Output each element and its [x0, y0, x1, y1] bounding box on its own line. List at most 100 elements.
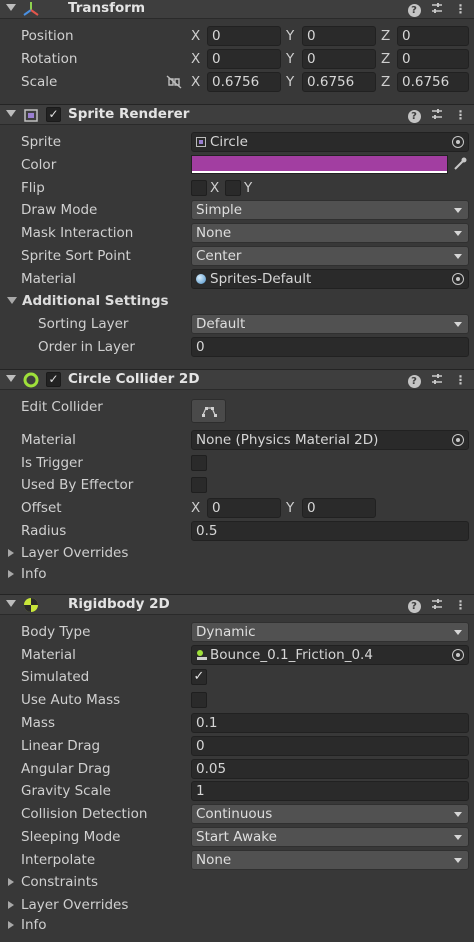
simulated-checkbox[interactable]: ✓	[191, 669, 207, 685]
flip-y-checkbox[interactable]	[225, 180, 241, 196]
circle-collider-header[interactable]: ✓ Circle Collider 2D ? ⋮	[0, 369, 474, 390]
draw-mode-dropdown[interactable]: Simple	[191, 200, 469, 220]
component-title: Transform	[68, 0, 146, 16]
order-in-layer-label: Order in Layer	[38, 339, 135, 355]
scale-z-field[interactable]: 0.6756	[397, 72, 469, 92]
position-y-field[interactable]: 0	[302, 26, 376, 46]
presets-icon[interactable]	[429, 107, 445, 123]
collider-material-label: Material	[21, 432, 76, 448]
angular-drag-field[interactable]: 0.05	[191, 759, 469, 779]
sleeping-mode-dropdown[interactable]: Start Awake	[191, 827, 469, 847]
radius-field[interactable]: 0.5	[191, 521, 469, 541]
sprite-object-field[interactable]: Circle	[191, 132, 469, 152]
presets-icon[interactable]	[429, 372, 445, 388]
eyedropper-icon[interactable]	[452, 156, 468, 172]
scale-y-field[interactable]: 0.6756	[302, 72, 376, 92]
more-options-icon[interactable]: ⋮	[452, 107, 468, 123]
fold-arrow-icon[interactable]	[8, 549, 14, 557]
rb-layer-overrides-foldout[interactable]: Layer Overrides	[21, 897, 128, 913]
object-picker-icon[interactable]	[452, 434, 464, 446]
fold-arrow-icon[interactable]	[6, 110, 16, 117]
fold-arrow-icon[interactable]	[8, 921, 14, 929]
axis-z-label: Z	[381, 28, 391, 44]
transform-header[interactable]: Transform ? ⋮	[0, 0, 474, 19]
object-picker-icon[interactable]	[452, 273, 464, 285]
object-picker-icon[interactable]	[452, 649, 464, 661]
axis-z-label: Z	[381, 51, 391, 67]
chevron-down-icon	[454, 208, 462, 213]
fold-arrow-icon[interactable]	[6, 600, 16, 607]
color-swatch[interactable]	[191, 155, 448, 174]
presets-icon[interactable]	[429, 1, 445, 17]
help-icon[interactable]: ?	[406, 372, 422, 388]
help-icon[interactable]: ?	[406, 1, 422, 17]
axis-x-label: X	[191, 74, 201, 90]
is-trigger-checkbox[interactable]	[191, 455, 207, 471]
linear-drag-label: Linear Drag	[21, 738, 101, 754]
use-auto-mass-checkbox[interactable]	[191, 692, 207, 708]
used-by-effector-checkbox[interactable]	[191, 477, 207, 493]
component-title: Circle Collider 2D	[68, 371, 200, 387]
sprite-renderer-header[interactable]: ✓ Sprite Renderer ? ⋮	[0, 104, 474, 125]
collider-info-foldout[interactable]: Info	[21, 566, 47, 582]
sorting-layer-dropdown[interactable]: Default	[191, 314, 469, 334]
fold-arrow-icon[interactable]	[8, 878, 14, 886]
rb-info-foldout[interactable]: Info	[21, 917, 47, 933]
collider-material-field[interactable]: None (Physics Material 2D)	[191, 430, 469, 450]
fold-arrow-icon[interactable]	[8, 570, 14, 578]
additional-settings-foldout[interactable]: Additional Settings	[22, 293, 169, 309]
help-icon[interactable]: ?	[406, 107, 422, 123]
rigidbody-header[interactable]: Rigidbody 2D ? ⋮	[0, 594, 474, 615]
fold-arrow-icon[interactable]	[7, 297, 17, 304]
is-trigger-label: Is Trigger	[21, 455, 83, 471]
mask-interaction-label: Mask Interaction	[21, 225, 134, 241]
circle-collider-icon	[23, 372, 39, 388]
linear-drag-field[interactable]: 0	[191, 736, 469, 756]
fold-arrow-icon[interactable]	[6, 375, 16, 382]
collision-detection-dropdown[interactable]: Continuous	[191, 804, 469, 824]
help-icon[interactable]: ?	[406, 597, 422, 613]
simulated-label: Simulated	[21, 669, 90, 685]
axis-y-label: Y	[286, 74, 295, 90]
more-options-icon[interactable]: ⋮	[452, 1, 468, 17]
position-x-field[interactable]: 0	[207, 26, 281, 46]
collider-layer-overrides-foldout[interactable]: Layer Overrides	[21, 545, 128, 561]
rb-material-label: Material	[21, 647, 76, 663]
body-type-value: Dynamic	[196, 624, 256, 640]
body-type-dropdown[interactable]: Dynamic	[191, 622, 469, 642]
axis-x-label: X	[191, 28, 201, 44]
axis-x-label: X	[191, 51, 201, 67]
constrain-proportions-icon[interactable]	[166, 75, 182, 89]
order-in-layer-field[interactable]: 0	[191, 337, 469, 357]
rotation-y-field[interactable]: 0	[302, 49, 376, 69]
presets-icon[interactable]	[429, 597, 445, 613]
constraints-foldout[interactable]: Constraints	[21, 874, 98, 890]
axis-z-label: Z	[381, 74, 391, 90]
rotation-z-field[interactable]: 0	[397, 49, 469, 69]
fold-arrow-icon[interactable]	[8, 901, 14, 909]
more-options-icon[interactable]: ⋮	[452, 597, 468, 613]
offset-y-field[interactable]: 0	[302, 498, 376, 518]
offset-x-field[interactable]: 0	[207, 498, 281, 518]
mask-interaction-dropdown[interactable]: None	[191, 223, 469, 243]
flip-x-checkbox[interactable]	[191, 180, 207, 196]
interpolate-dropdown[interactable]: None	[191, 850, 469, 870]
body-type-label: Body Type	[21, 624, 91, 640]
scale-x-field[interactable]: 0.6756	[207, 72, 281, 92]
enabled-checkbox[interactable]: ✓	[46, 107, 61, 122]
rb-material-field[interactable]: Bounce_0.1_Friction_0.4	[191, 645, 469, 665]
rotation-x-field[interactable]: 0	[207, 49, 281, 69]
enabled-checkbox[interactable]: ✓	[46, 372, 61, 387]
gravity-scale-field[interactable]: 1	[191, 781, 469, 801]
edit-collider-button[interactable]	[191, 399, 226, 423]
more-options-icon[interactable]: ⋮	[452, 372, 468, 388]
object-picker-icon[interactable]	[452, 136, 464, 148]
sprite-sort-point-dropdown[interactable]: Center	[191, 246, 469, 266]
chevron-down-icon	[454, 812, 462, 817]
edit-collider-icon	[202, 407, 217, 417]
fold-arrow-icon[interactable]	[6, 4, 16, 11]
draw-mode-value: Simple	[196, 202, 243, 218]
mass-field[interactable]: 0.1	[191, 713, 469, 733]
material-object-field[interactable]: Sprites-Default	[191, 269, 469, 289]
position-z-field[interactable]: 0	[397, 26, 469, 46]
